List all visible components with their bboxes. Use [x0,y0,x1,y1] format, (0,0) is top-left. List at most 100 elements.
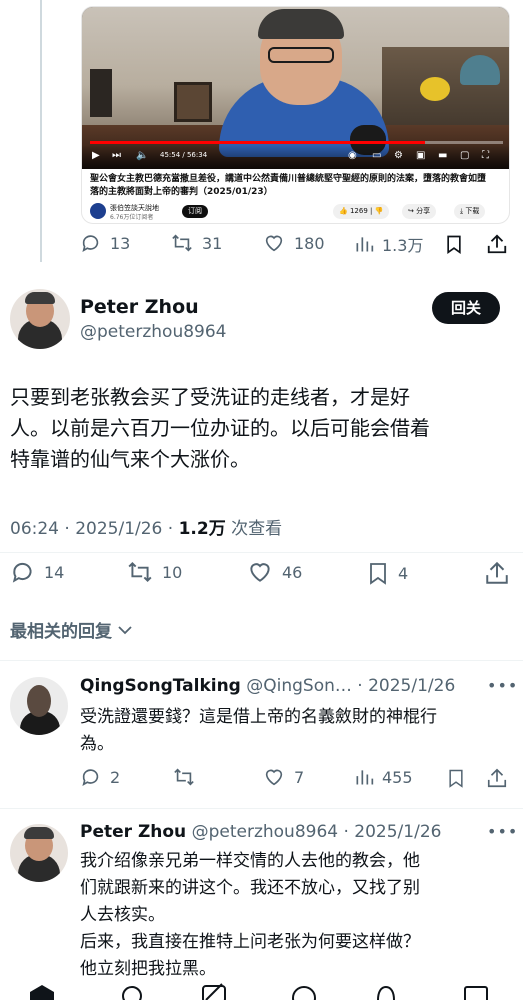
views-action[interactable]: 455 [354,766,413,788]
reply-icon [82,235,99,253]
like-action[interactable]: 7 [262,766,304,788]
reply-actions: 2 7 455 [0,766,523,794]
heart-icon [265,235,283,252]
replies-sort-dropdown[interactable]: 最相关的回复 [10,617,134,642]
grok-icon[interactable] [200,982,228,1000]
follow-back-button[interactable]: 回关 [432,292,500,324]
bookmark-icon [447,235,461,254]
channel-subscriber-count: 6.76万位订阅者 [110,214,154,221]
avatar-hair [25,292,55,304]
reply-handle-date[interactable]: @QingSon… · 2025/1/26 [241,676,455,696]
bookmark-icon [370,563,386,585]
chevron-down-icon [118,625,132,634]
like-action[interactable]: 46 [246,559,302,585]
miniplayer-icon[interactable]: ▣ [416,150,425,161]
reply-text-line: 他立刻把我拉黑。 [80,959,216,979]
autoplay-toggle-icon[interactable]: ◉ [348,150,357,161]
video-share-label: 分享 [416,207,431,215]
volume-icon[interactable]: 🔈 [136,150,148,161]
share-icon [487,234,507,254]
channel-avatar[interactable] [90,203,106,219]
video-download-button[interactable]: ⤓ 下载 [454,204,486,219]
share-icon [486,561,508,584]
video-speaker-glasses [268,47,334,63]
views-action[interactable]: 1.3万 [354,232,423,256]
reply-header: Peter Zhou @peterzhou8964 · 2025/1/26 [80,822,441,842]
sort-label: 最相关的回复 [10,622,112,642]
share-action[interactable] [486,232,508,256]
reply-action[interactable]: 13 [80,232,130,254]
captions-icon[interactable]: ▭ [372,150,381,161]
cast-icon[interactable]: ▢ [460,150,469,161]
reply-text: 受洗證還要錢？這是借上帝的名義斂財的神棍行 為。 [80,704,500,758]
video-like-button[interactable]: 👍 1269 | 👎 [333,204,390,219]
tweet-text-line: 特靠谱的仙气来个大涨价。 [10,447,250,471]
analytics-icon [356,237,374,252]
reply-action[interactable]: 2 [80,766,120,788]
settings-gear-icon[interactable]: ⚙ [394,150,403,161]
retweet-action[interactable] [172,766,196,788]
retweet-icon [174,768,194,786]
bookmark-action[interactable]: 4 [366,559,408,587]
reply-count: 13 [110,233,131,253]
search-icon[interactable] [120,984,148,1000]
play-icon[interactable]: ▶ [92,150,100,161]
video-progress-bar[interactable] [90,141,503,144]
communities-icon[interactable] [290,984,318,1000]
embedded-video-card[interactable]: ▶ ⏭ 🔈 45:54 / 56:34 ◉ ▭ ⚙ ▣ ▬ ▢ ⛶ 聖公會女主教… [81,6,510,224]
video-download-label: 下载 [465,207,480,215]
author-name[interactable]: Peter Zhou [80,296,199,318]
reply-author-name[interactable]: QingSongTalking [80,676,241,696]
like-count: 180 [294,233,325,253]
subscribe-button[interactable]: 订阅 [182,205,208,218]
retweet-count: 31 [202,233,223,253]
next-icon[interactable]: ⏭ [112,150,121,161]
messages-icon[interactable] [462,984,490,1000]
reply-count: 14 [44,562,65,582]
retweet-count: 10 [162,562,183,582]
home-icon[interactable] [28,984,56,1000]
reply-author-name[interactable]: Peter Zhou [80,822,186,842]
video-title[interactable]: 聖公會女主教巴德充當撒旦差役，講道中公然責備川普總統堅守聖經的原則的法案，墮落的… [90,173,505,199]
bookmark-action[interactable] [446,766,466,790]
tweet-timestamp[interactable]: 06:24 · 2025/1/26 · [10,519,179,539]
video-time: 45:54 / 56:34 [160,151,208,159]
like-action[interactable]: 180 [262,232,325,254]
share-action[interactable] [486,766,508,790]
more-options-icon[interactable]: ••• [487,822,518,841]
divider [0,808,523,809]
video-progress-fill [90,141,425,144]
reply-avatar[interactable] [10,677,68,735]
tweet-text: 只要到老张教会买了受洗证的走线者，才是好 人。以前是六百刀一位办证的。以后可能会… [10,382,510,475]
reply-handle-date[interactable]: @peterzhou8964 · 2025/1/26 [186,822,442,842]
video-frame[interactable]: ▶ ⏭ 🔈 45:54 / 56:34 ◉ ▭ ⚙ ▣ ▬ ▢ ⛶ [82,7,509,169]
reply-text-line: 為。 [80,734,114,754]
bookmark-action[interactable] [444,232,464,256]
reply-icon [12,562,32,583]
author-handle[interactable]: @peterzhou8964 [80,322,227,342]
video-share-button[interactable]: ↪ 分享 [402,204,437,219]
author-avatar[interactable] [10,289,70,349]
more-options-icon[interactable]: ••• [487,676,518,695]
view-count: 455 [382,767,413,787]
video-title-line: 落的主教將面對上帝的審判（2025/01/23） [90,187,273,197]
divider [0,660,523,661]
reply-action[interactable]: 14 [10,559,64,585]
fullscreen-icon[interactable]: ⛶ [482,150,489,161]
reply-text: 我介绍像亲兄弟一样交情的人去他的教会，他 们就跟新来的讲这个。我还不放心，又找了… [80,848,500,983]
video-photo-frame [174,82,212,122]
tweet-text-line: 只要到老张教会买了受洗证的走线者，才是好 [10,385,410,409]
like-count: 7 [294,767,305,787]
retweet-action[interactable]: 10 [126,559,182,585]
reply-count: 2 [110,767,121,787]
heart-icon [265,769,283,786]
share-action[interactable] [484,559,510,587]
theater-mode-icon[interactable]: ▬ [438,150,447,161]
retweet-action[interactable]: 31 [170,232,222,254]
notifications-icon[interactable] [372,984,400,1000]
reply-avatar[interactable] [10,824,68,882]
heart-icon [250,563,270,582]
tweet-view-suffix: 次查看 [225,519,283,539]
video-flowers [420,77,450,101]
video-photo-frame-left [90,69,112,117]
